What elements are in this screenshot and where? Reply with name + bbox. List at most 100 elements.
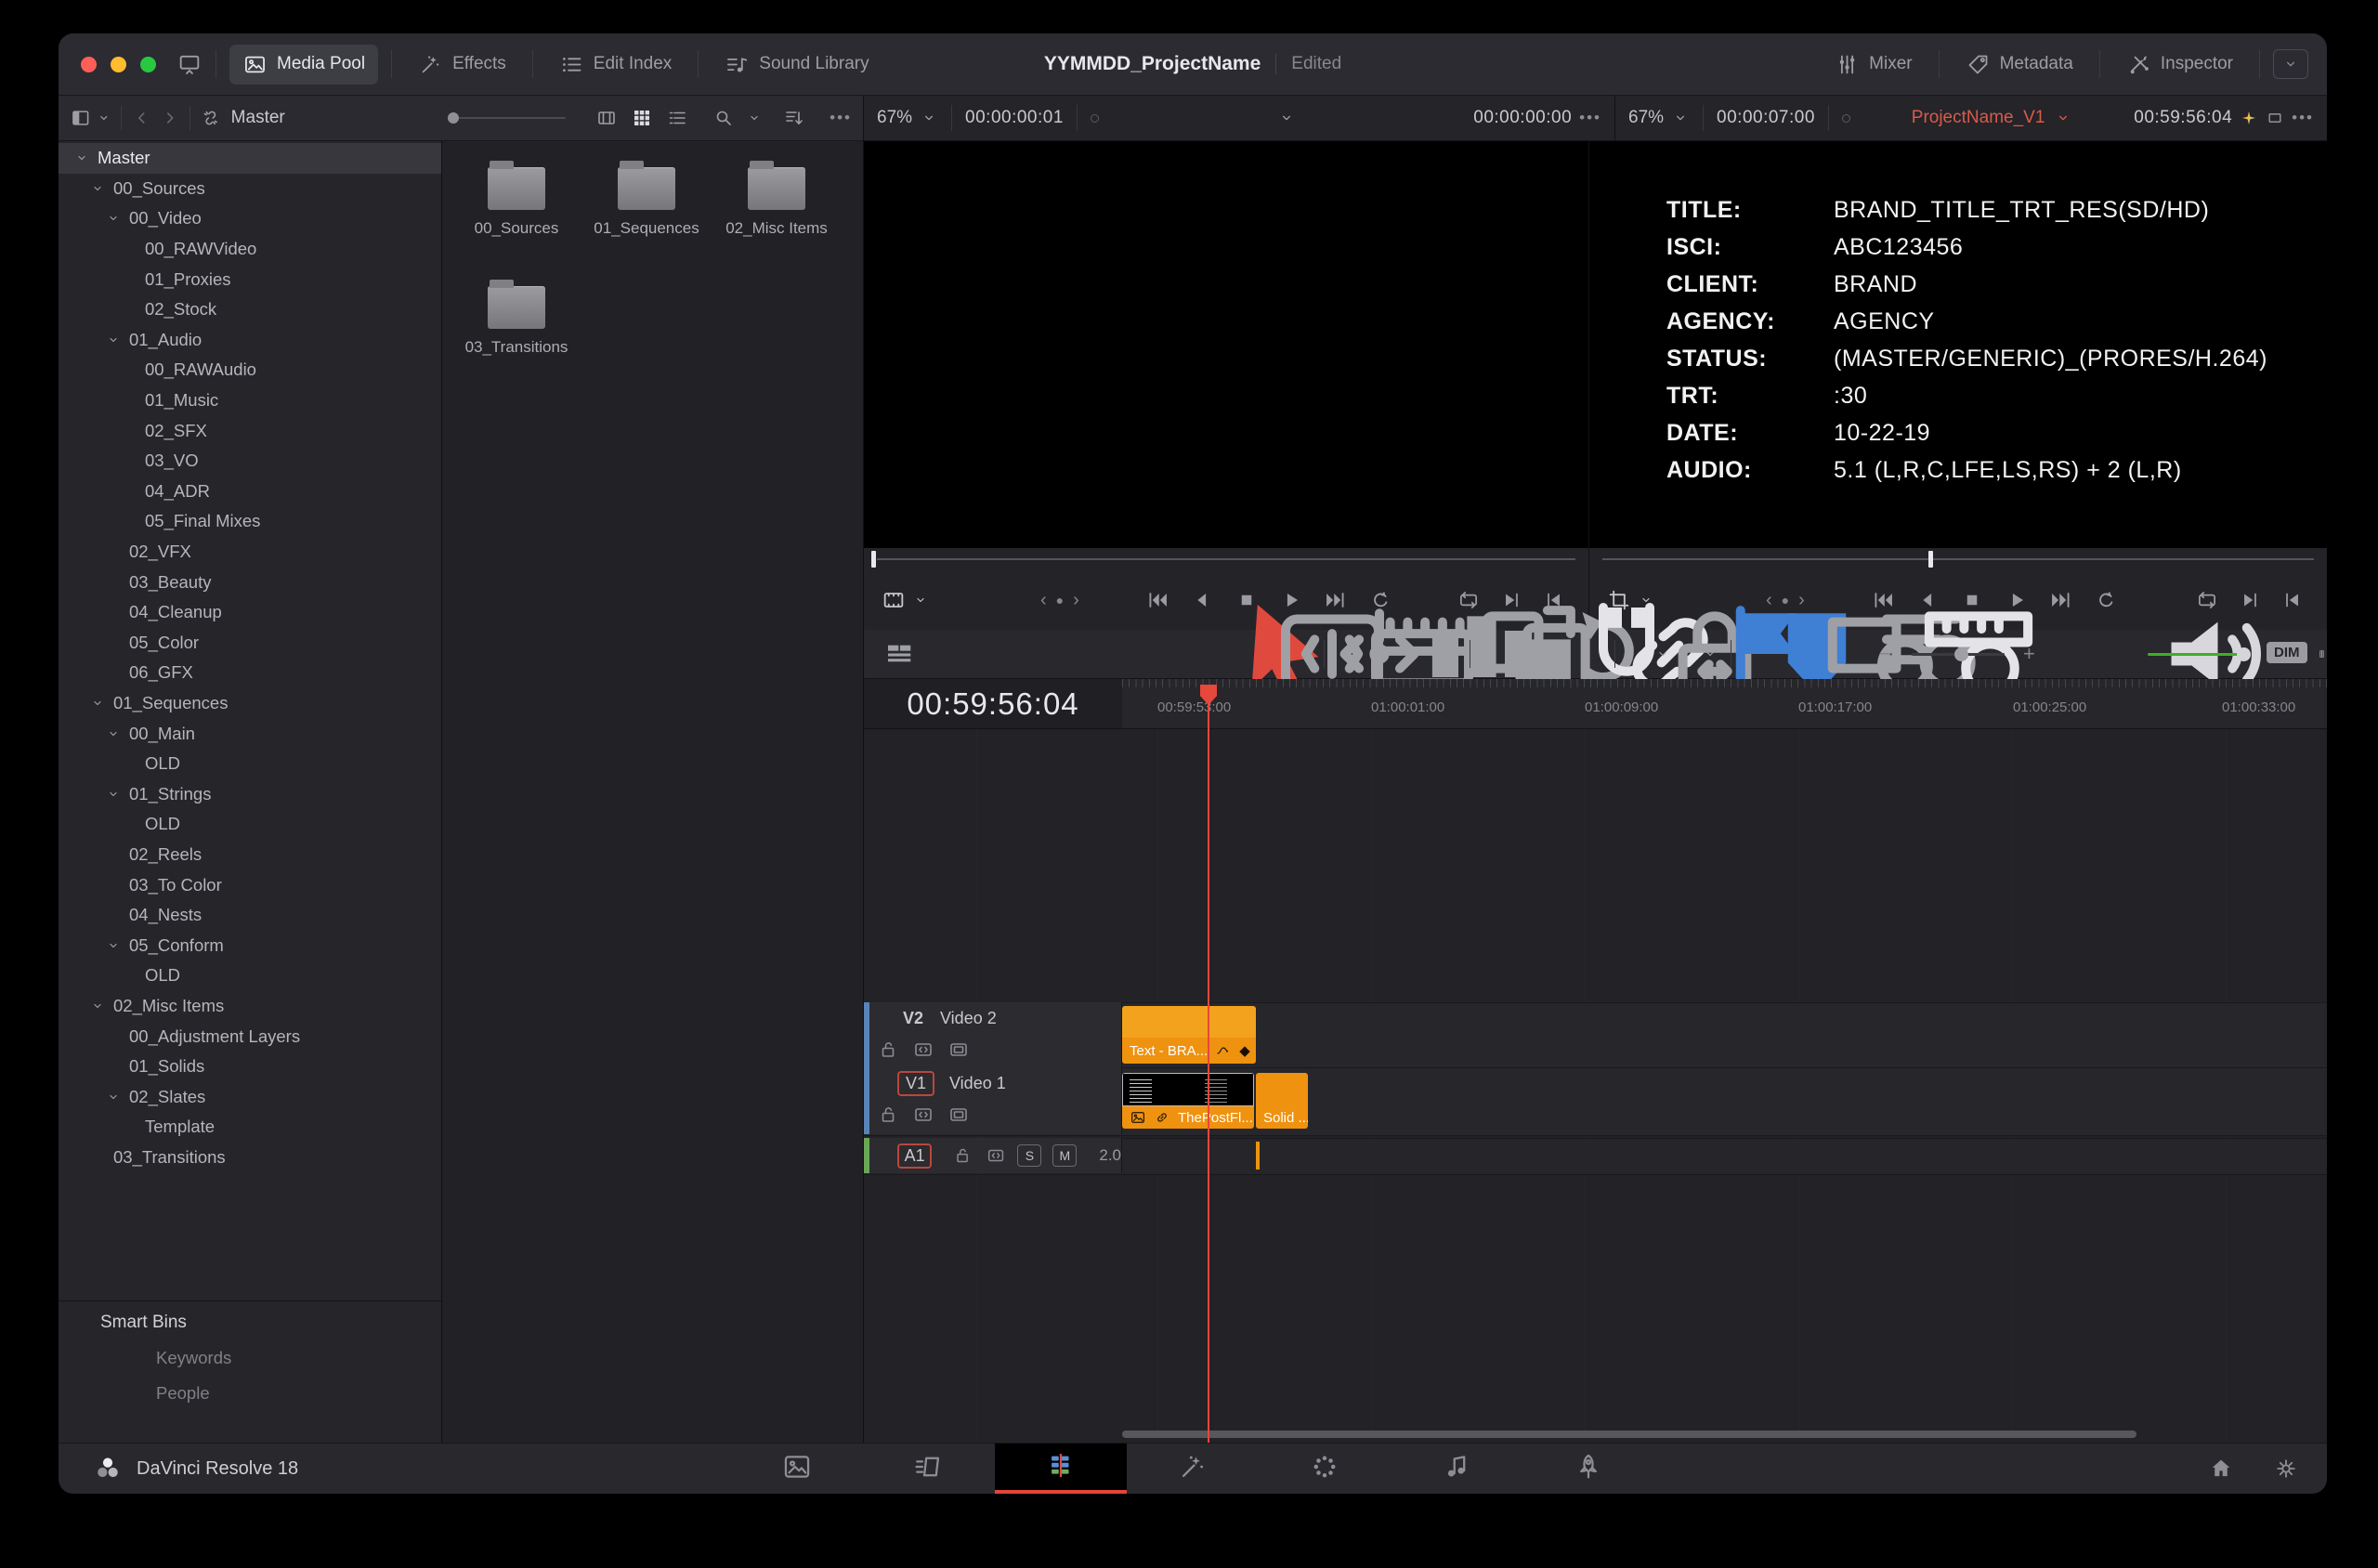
chevron-down-icon[interactable] bbox=[105, 786, 129, 803]
workspace-layout-button[interactable] bbox=[2273, 49, 2308, 79]
bin-tree-item[interactable]: 02_Misc Items bbox=[59, 991, 441, 1022]
chevron-down-icon[interactable] bbox=[912, 592, 929, 608]
bin-tree-item[interactable]: 01_Audio bbox=[59, 325, 441, 356]
timeline-scrubber-playhead[interactable] bbox=[1928, 551, 1933, 568]
forward-icon[interactable] bbox=[159, 107, 181, 129]
track-name[interactable]: Video 2 bbox=[940, 1009, 997, 1028]
timeline-clip-video[interactable]: ThePostFl... bbox=[1122, 1073, 1254, 1129]
sound-library-button[interactable]: Sound Library bbox=[712, 45, 882, 85]
timeline-zoom-level[interactable]: 67% bbox=[1628, 108, 1664, 128]
mixer-button[interactable]: Mixer bbox=[1822, 45, 1925, 85]
more-options-icon[interactable]: ••• bbox=[1579, 109, 1601, 127]
bin-folder[interactable]: 01_Sequences bbox=[581, 154, 712, 273]
bin-tree-item[interactable]: 00_RAWVideo bbox=[59, 234, 441, 265]
keyframe-diamond-icon[interactable]: ◆ bbox=[1239, 1042, 1250, 1059]
chevron-down-icon[interactable] bbox=[1654, 646, 1671, 662]
track-header-a1[interactable]: A1 S M 2.0 bbox=[864, 1138, 1122, 1173]
minimize-window-button[interactable] bbox=[111, 57, 126, 72]
bin-tree-item[interactable]: 00_Sources bbox=[59, 174, 441, 204]
track-enable-icon[interactable] bbox=[947, 1104, 970, 1126]
track-name[interactable]: Video 1 bbox=[949, 1074, 1006, 1093]
track-enable-icon[interactable] bbox=[947, 1039, 970, 1061]
bin-tree-item[interactable]: 00_RAWAudio bbox=[59, 355, 441, 385]
chevron-down-icon[interactable] bbox=[746, 110, 763, 126]
bin-tree-item[interactable]: Template bbox=[59, 1112, 441, 1143]
chevron-down-icon[interactable] bbox=[89, 180, 113, 197]
filmstrip-view-icon[interactable] bbox=[595, 107, 618, 129]
zoom-window-button[interactable] bbox=[140, 57, 156, 72]
bin-tree-item[interactable]: 04_Cleanup bbox=[59, 597, 441, 628]
bin-tree-item[interactable]: 05_Conform bbox=[59, 930, 441, 960]
page-tab-media[interactable] bbox=[731, 1444, 863, 1494]
bin-tree-item[interactable]: 05_Color bbox=[59, 628, 441, 659]
grid-view-icon[interactable] bbox=[631, 107, 653, 129]
bin-tree-item[interactable]: 01_Sequences bbox=[59, 688, 441, 719]
chevron-down-icon[interactable] bbox=[105, 210, 129, 227]
track-destination-badge[interactable]: V1 bbox=[897, 1071, 934, 1096]
zoom-in-button[interactable]: + bbox=[2023, 642, 2035, 666]
timeline-clip-solid[interactable]: Solid ... bbox=[1256, 1073, 1308, 1129]
track-lock-icon[interactable] bbox=[877, 1104, 899, 1126]
track-header-v2[interactable]: V2 Video 2 bbox=[864, 1002, 1122, 1067]
page-tab-fusion[interactable] bbox=[1127, 1444, 1259, 1494]
chevron-down-icon[interactable] bbox=[89, 695, 113, 712]
bin-tree-item[interactable]: 01_Solids bbox=[59, 1052, 441, 1082]
bin-folder[interactable]: 03_Transitions bbox=[451, 273, 581, 392]
chevron-down-icon[interactable] bbox=[105, 1089, 129, 1105]
page-tab-cut[interactable] bbox=[863, 1444, 995, 1494]
project-settings-icon[interactable] bbox=[2273, 1456, 2299, 1482]
more-options-icon[interactable]: ••• bbox=[2292, 109, 2314, 127]
bin-tree-item[interactable]: 03_VO bbox=[59, 446, 441, 477]
zoom-out-button[interactable]: − bbox=[1879, 642, 1891, 666]
solo-button[interactable]: S bbox=[1017, 1144, 1041, 1167]
bin-tree-item[interactable]: 04_ADR bbox=[59, 477, 441, 507]
auto-select-icon[interactable] bbox=[912, 1104, 934, 1126]
chevron-down-icon[interactable] bbox=[73, 150, 98, 166]
edit-index-button[interactable]: Edit Index bbox=[546, 45, 686, 85]
bin-tree-item[interactable]: 02_Slates bbox=[59, 1081, 441, 1112]
bin-tree-item[interactable]: OLD bbox=[59, 960, 441, 991]
timeline-name[interactable]: ProjectName_V1 bbox=[1912, 108, 2045, 128]
track-lock-icon[interactable] bbox=[952, 1144, 973, 1167]
mute-button[interactable]: M bbox=[1052, 1144, 1077, 1167]
curve-icon[interactable] bbox=[1215, 1042, 1232, 1059]
thumbnail-size-slider[interactable] bbox=[448, 117, 566, 119]
bin-tree-item[interactable]: 02_Stock bbox=[59, 294, 441, 325]
dim-audio-button[interactable]: DIM bbox=[2267, 642, 2307, 663]
source-zoom-level[interactable]: 67% bbox=[877, 108, 912, 128]
timeline-horizontal-scrollbar[interactable] bbox=[1122, 1431, 2136, 1438]
bin-tree-item[interactable]: 02_SFX bbox=[59, 415, 441, 446]
bin-tree-item[interactable]: OLD bbox=[59, 809, 441, 840]
chevron-down-icon[interactable] bbox=[1671, 109, 1690, 127]
safe-area-icon[interactable] bbox=[2266, 109, 2284, 127]
bin-tree-item[interactable]: Master bbox=[59, 143, 441, 174]
inspector-button[interactable]: Inspector bbox=[2113, 45, 2246, 85]
bin-folder[interactable]: 02_Misc Items bbox=[712, 154, 842, 273]
bin-tree-item[interactable]: 01_Music bbox=[59, 385, 441, 416]
resolve-fx-icon[interactable] bbox=[2240, 109, 2258, 127]
more-options-icon[interactable]: ••• bbox=[830, 109, 852, 127]
auto-select-icon[interactable] bbox=[912, 1039, 934, 1061]
chevron-down-icon[interactable] bbox=[920, 109, 938, 127]
sort-icon[interactable] bbox=[783, 107, 805, 129]
list-view-icon[interactable] bbox=[666, 107, 688, 129]
back-icon[interactable] bbox=[131, 107, 153, 129]
auto-select-icon[interactable] bbox=[986, 1144, 1006, 1167]
bin-tree-item[interactable]: 03_To Color bbox=[59, 869, 441, 900]
screen-share-icon[interactable] bbox=[176, 51, 203, 77]
monitor-volume-slider[interactable] bbox=[2148, 653, 2252, 656]
timeline-viewer-scrubber[interactable] bbox=[1589, 548, 2327, 570]
bin-tree-item[interactable]: 00_Video bbox=[59, 203, 441, 234]
page-tab-fairlight[interactable] bbox=[1391, 1444, 1522, 1494]
track-header-v1[interactable]: V1 Video 1 bbox=[864, 1067, 1122, 1134]
unlink-bin-icon[interactable] bbox=[200, 107, 222, 129]
audio-clip-sliver[interactable] bbox=[1256, 1142, 1260, 1169]
track-destination-badge[interactable]: A1 bbox=[897, 1143, 932, 1169]
bin-tree-item[interactable]: 06_GFX bbox=[59, 658, 441, 688]
bin-tree-item[interactable]: 02_VFX bbox=[59, 537, 441, 568]
bin-tree-item[interactable]: 03_Transitions bbox=[59, 1143, 441, 1173]
timeline-playhead[interactable] bbox=[1208, 685, 1209, 1443]
metadata-button[interactable]: Metadata bbox=[1953, 45, 2086, 85]
bin-tree-item[interactable]: 02_Reels bbox=[59, 840, 441, 870]
chevron-down-icon[interactable] bbox=[105, 332, 129, 348]
